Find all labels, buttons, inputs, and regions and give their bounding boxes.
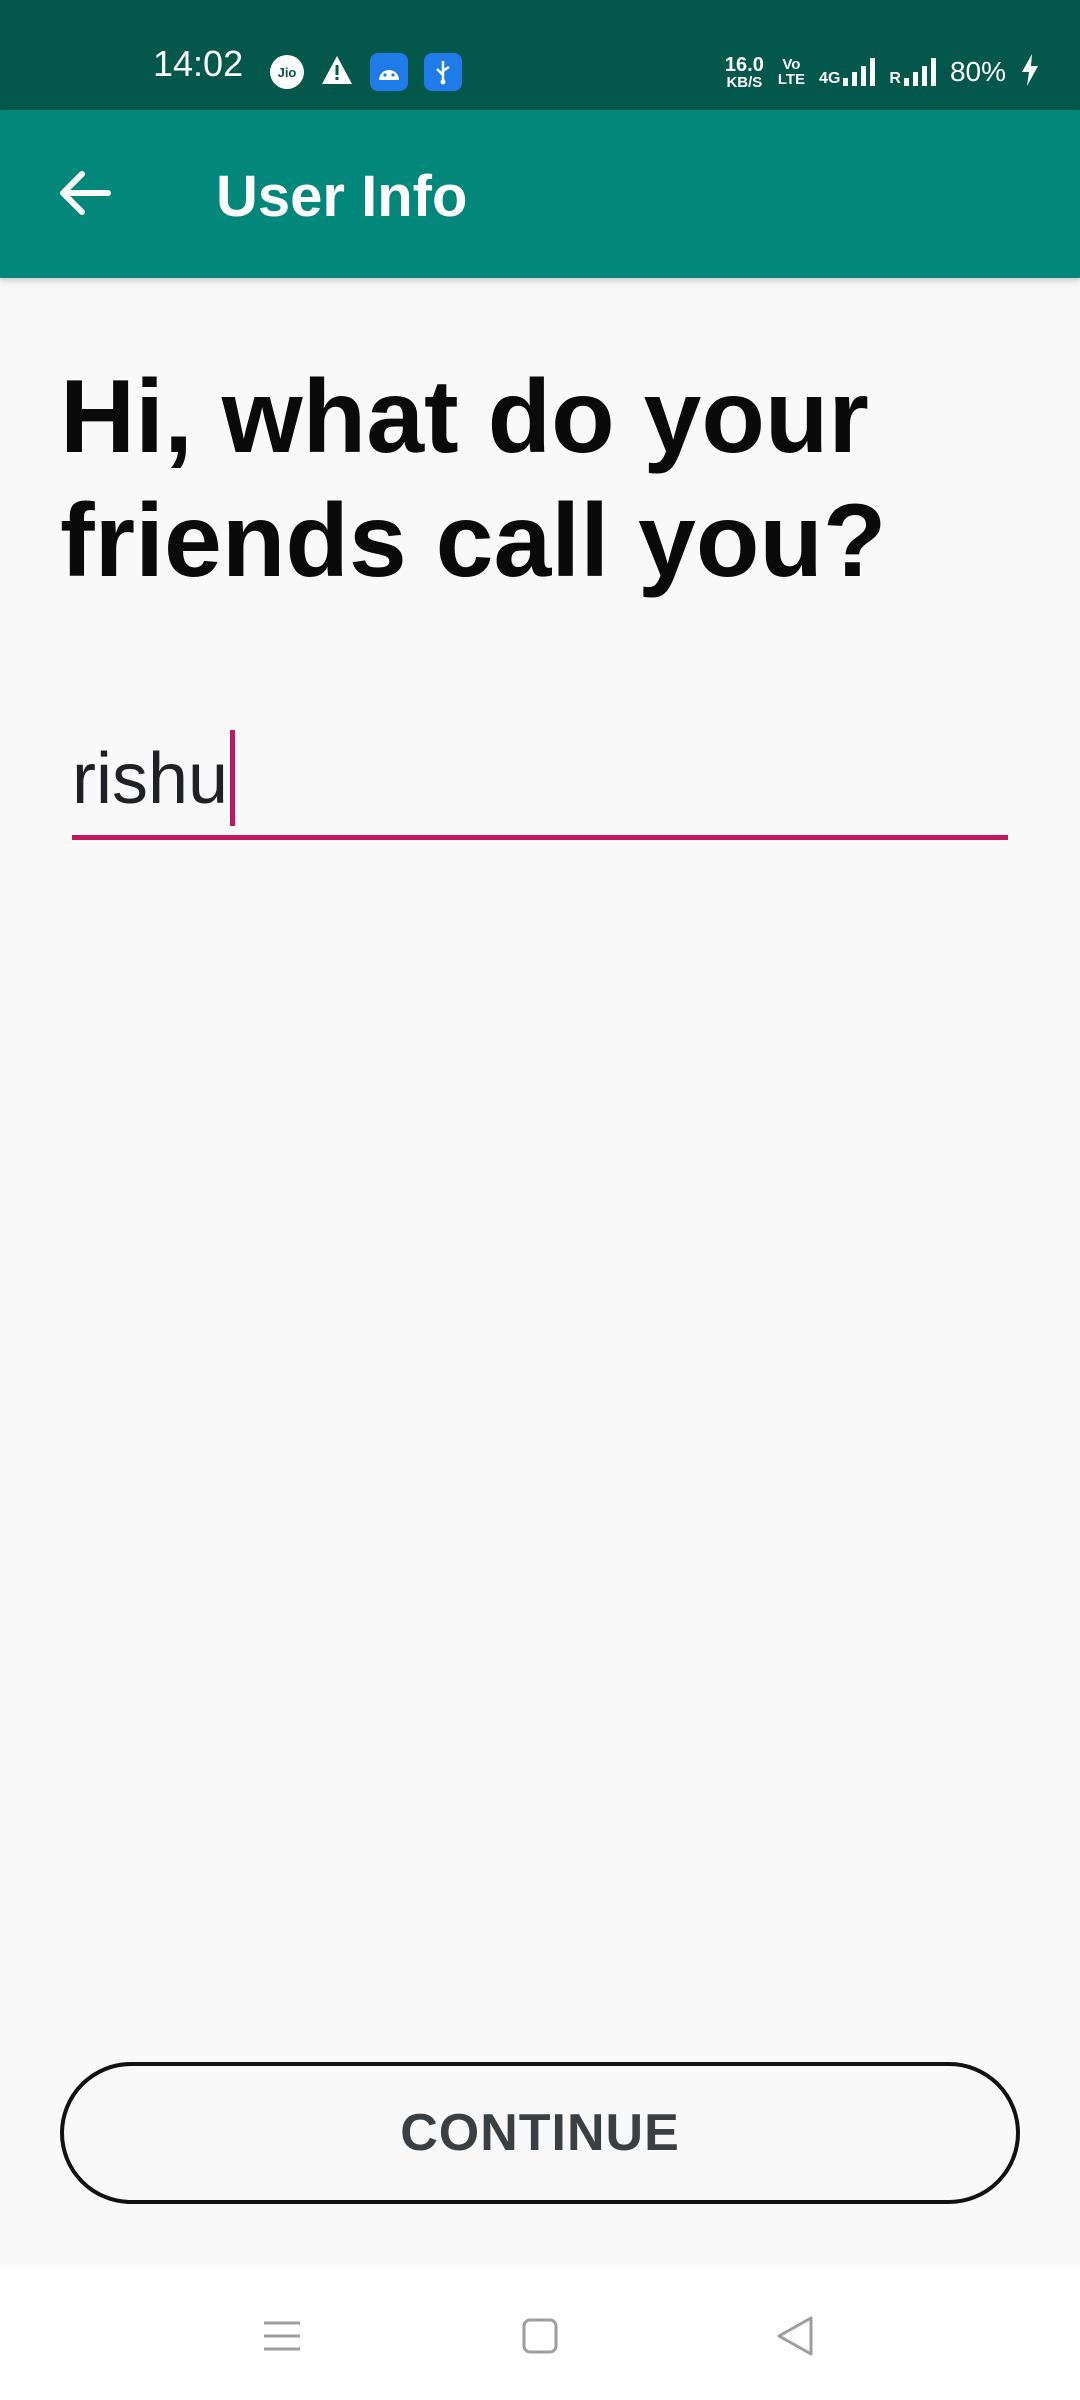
usb-icon xyxy=(424,53,462,91)
status-time: 14:02 xyxy=(153,43,244,84)
system-icons: 16.0 KB/S Vo LTE 4G R 80% xyxy=(725,52,1040,92)
android-icon xyxy=(370,53,408,91)
input-underline xyxy=(72,835,1008,840)
signal-roaming-icon: R xyxy=(889,58,936,87)
status-bar: 14:02 Jio 16.0 KB/S Vo LTE 4G R 80% xyxy=(0,0,1080,110)
menu-icon[interactable] xyxy=(247,2301,317,2371)
back-button[interactable] xyxy=(52,160,118,226)
navigation-bar xyxy=(0,2267,1080,2400)
heading-line-1: Hi, what do your xyxy=(60,359,869,475)
name-input-value[interactable]: rishu xyxy=(72,730,236,832)
continue-button[interactable]: CONTINUE xyxy=(60,2062,1020,2204)
arrow-left-icon xyxy=(60,171,111,215)
notification-icons: Jio xyxy=(270,53,462,91)
heading-line-2: friends call you? xyxy=(60,483,887,599)
jio-icon: Jio xyxy=(270,55,304,89)
charging-icon xyxy=(1020,53,1040,92)
text-cursor xyxy=(230,730,236,826)
page-title: User Info xyxy=(216,164,468,229)
volte-icon: Vo LTE xyxy=(777,56,806,88)
battery-level: 80% xyxy=(949,56,1006,87)
warning-icon xyxy=(320,54,354,91)
back-triangle-icon[interactable] xyxy=(760,2301,830,2371)
name-prompt-heading: Hi, what do your friends call you? xyxy=(60,355,1020,603)
name-input[interactable]: rishu xyxy=(72,720,1008,840)
signal-4g-icon: 4G xyxy=(819,58,876,87)
net-speed: 16.0 KB/S xyxy=(724,53,764,91)
app-bar: User Info xyxy=(0,110,1080,278)
home-square-icon[interactable] xyxy=(505,2301,575,2371)
